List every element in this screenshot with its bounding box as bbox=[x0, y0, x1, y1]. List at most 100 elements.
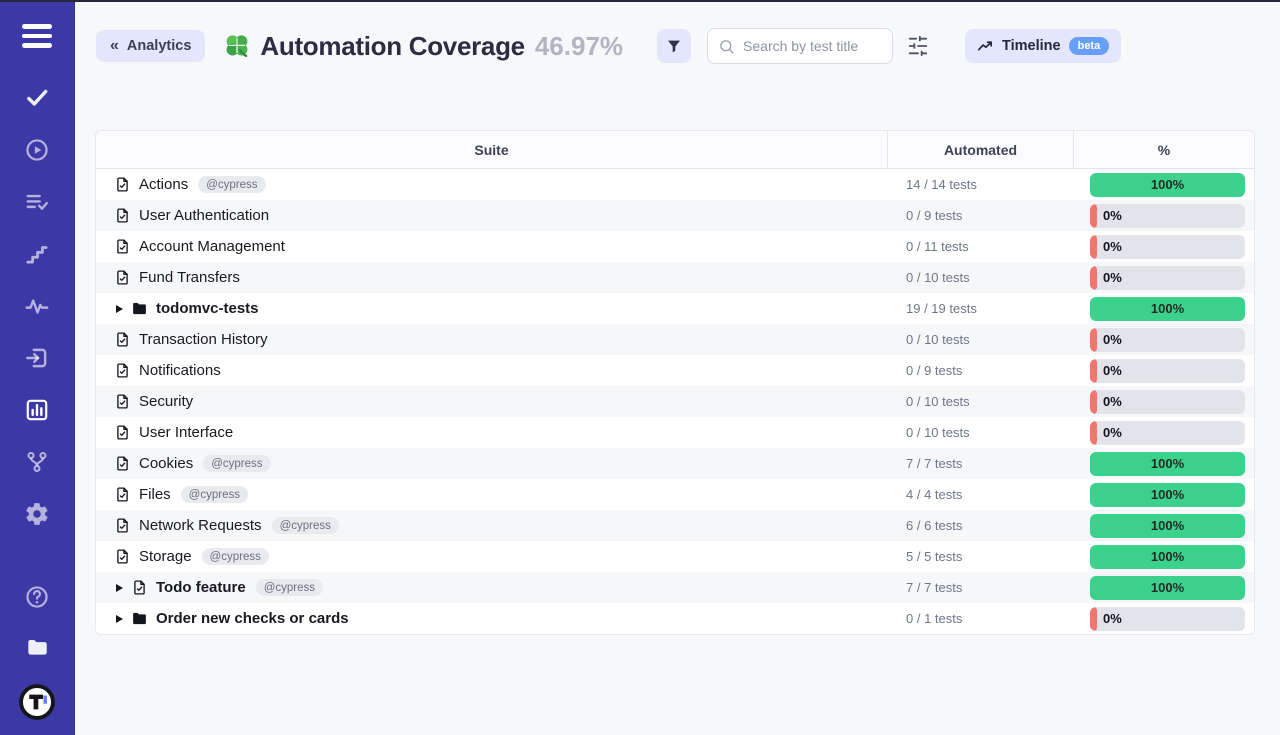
expand-chevron-icon[interactable] bbox=[116, 615, 123, 623]
sidebar-item-runs[interactable] bbox=[17, 136, 57, 164]
coverage-bar: 0% bbox=[1090, 607, 1245, 631]
table-row[interactable]: Files @cypress 4 / 4 tests 100% bbox=[96, 479, 1254, 510]
table-row[interactable]: User Authentication 0 / 9 tests 0% bbox=[96, 200, 1254, 231]
percent-cell: 0% bbox=[1073, 386, 1254, 417]
table-row[interactable]: Fund Transfers 0 / 10 tests 0% bbox=[96, 262, 1254, 293]
filter-icon bbox=[666, 38, 682, 54]
list-check-icon bbox=[24, 189, 50, 215]
automated-count: 7 / 7 tests bbox=[887, 572, 1073, 603]
coverage-bar: 0% bbox=[1090, 390, 1245, 414]
percent-cell: 0% bbox=[1073, 262, 1254, 293]
coverage-bar-label: 0% bbox=[1103, 235, 1122, 259]
table-row[interactable]: Account Management 0 / 11 tests 0% bbox=[96, 231, 1254, 262]
table-row[interactable]: Storage @cypress 5 / 5 tests 100% bbox=[96, 541, 1254, 572]
file-check-icon bbox=[114, 424, 131, 441]
top-border bbox=[0, 0, 1280, 2]
file-check-icon bbox=[114, 517, 131, 534]
back-button-label: Analytics bbox=[127, 38, 191, 54]
coverage-bar: 0% bbox=[1090, 328, 1245, 352]
file-check-icon bbox=[114, 362, 131, 379]
suite-name: Security bbox=[139, 393, 193, 410]
coverage-bar-label: 0% bbox=[1103, 266, 1122, 290]
table-header: Suite Automated % bbox=[96, 131, 1254, 169]
expand-chevron-icon[interactable] bbox=[116, 305, 123, 313]
percent-cell: 100% bbox=[1073, 169, 1254, 200]
percent-cell: 0% bbox=[1073, 603, 1254, 634]
column-header-suite: Suite bbox=[96, 131, 887, 168]
suite-name: Notifications bbox=[139, 362, 221, 379]
column-header-percent: % bbox=[1073, 131, 1254, 168]
sidebar-bottom bbox=[17, 583, 57, 735]
bar-chart-box-icon bbox=[24, 397, 50, 423]
coverage-bar: 100% bbox=[1090, 514, 1245, 538]
sidebar-item-plans[interactable] bbox=[17, 188, 57, 216]
suite-cell: Actions @cypress bbox=[96, 169, 887, 200]
suite-cell: Fund Transfers bbox=[96, 262, 887, 293]
coverage-bar-label: 0% bbox=[1103, 359, 1122, 383]
sidebar-item-analytics[interactable] bbox=[17, 396, 57, 424]
folder-icon bbox=[131, 300, 148, 317]
filter-button[interactable] bbox=[657, 29, 691, 63]
suite-cell: Notifications bbox=[96, 355, 887, 386]
table-row[interactable]: Transaction History 0 / 10 tests 0% bbox=[96, 324, 1254, 355]
clover-icon bbox=[223, 32, 251, 60]
suite-cell: Account Management bbox=[96, 231, 887, 262]
sidebar-item-pulse[interactable] bbox=[17, 292, 57, 320]
suite-cell: Files @cypress bbox=[96, 479, 887, 510]
table-row[interactable]: todomvc-tests 19 / 19 tests 100% bbox=[96, 293, 1254, 324]
table-row[interactable]: User Interface 0 / 10 tests 0% bbox=[96, 417, 1254, 448]
coverage-bar: 100% bbox=[1090, 452, 1245, 476]
suite-cell: Network Requests @cypress bbox=[96, 510, 887, 541]
sliders-icon bbox=[907, 35, 929, 57]
automated-count: 14 / 14 tests bbox=[887, 169, 1073, 200]
file-check-icon bbox=[114, 393, 131, 410]
coverage-bar-label: 100% bbox=[1090, 297, 1245, 321]
file-check-icon bbox=[114, 269, 131, 286]
file-check-icon bbox=[114, 331, 131, 348]
automated-count: 4 / 4 tests bbox=[887, 479, 1073, 510]
expand-chevron-icon[interactable] bbox=[116, 584, 123, 592]
file-check-icon bbox=[114, 486, 131, 503]
suite-name: User Interface bbox=[139, 424, 233, 441]
coverage-bar-label: 100% bbox=[1090, 514, 1245, 538]
menu-icon[interactable] bbox=[22, 24, 52, 48]
automated-count: 0 / 9 tests bbox=[887, 200, 1073, 231]
table-row[interactable]: Network Requests @cypress 6 / 6 tests 10… bbox=[96, 510, 1254, 541]
table-row[interactable]: Cookies @cypress 7 / 7 tests 100% bbox=[96, 448, 1254, 479]
back-to-analytics-button[interactable]: « Analytics bbox=[96, 30, 205, 62]
sidebar-item-branches[interactable] bbox=[17, 448, 57, 476]
suite-tag: @cypress bbox=[272, 517, 339, 534]
sidebar-item-steps[interactable] bbox=[17, 240, 57, 268]
sidebar-item-settings[interactable] bbox=[17, 500, 57, 528]
sidebar-item-pull-requests[interactable] bbox=[17, 344, 57, 372]
red-sliver bbox=[1090, 390, 1097, 414]
timeline-button[interactable]: Timeline beta bbox=[965, 29, 1121, 63]
file-check-icon bbox=[131, 579, 148, 596]
suite-name: Account Management bbox=[139, 238, 285, 255]
app-logo[interactable] bbox=[18, 683, 56, 721]
sidebar-item-tests[interactable] bbox=[17, 84, 57, 112]
automated-count: 0 / 11 tests bbox=[887, 231, 1073, 262]
automated-count: 6 / 6 tests bbox=[887, 510, 1073, 541]
suite-cell: Security bbox=[96, 386, 887, 417]
coverage-bar: 0% bbox=[1090, 421, 1245, 445]
sidebar-item-help[interactable] bbox=[17, 583, 57, 611]
coverage-table: Suite Automated % Actions @cypress 14 / … bbox=[95, 130, 1255, 635]
table-row[interactable]: Security 0 / 10 tests 0% bbox=[96, 386, 1254, 417]
suite-cell: Transaction History bbox=[96, 324, 887, 355]
table-row[interactable]: Order new checks or cards 0 / 1 tests 0% bbox=[96, 603, 1254, 634]
automated-count: 0 / 1 tests bbox=[887, 603, 1073, 634]
suite-name: todomvc-tests bbox=[156, 300, 259, 317]
suite-name: Fund Transfers bbox=[139, 269, 240, 286]
coverage-bar-label: 0% bbox=[1103, 204, 1122, 228]
search-input[interactable] bbox=[743, 38, 882, 54]
column-settings-button[interactable] bbox=[907, 35, 929, 57]
table-row[interactable]: Notifications 0 / 9 tests 0% bbox=[96, 355, 1254, 386]
suite-cell: User Authentication bbox=[96, 200, 887, 231]
table-row[interactable]: Todo feature @cypress 7 / 7 tests 100% bbox=[96, 572, 1254, 603]
sidebar-item-projects[interactable] bbox=[17, 633, 57, 661]
suite-tag: @cypress bbox=[203, 455, 270, 472]
percent-cell: 0% bbox=[1073, 200, 1254, 231]
table-row[interactable]: Actions @cypress 14 / 14 tests 100% bbox=[96, 169, 1254, 200]
percent-cell: 100% bbox=[1073, 293, 1254, 324]
